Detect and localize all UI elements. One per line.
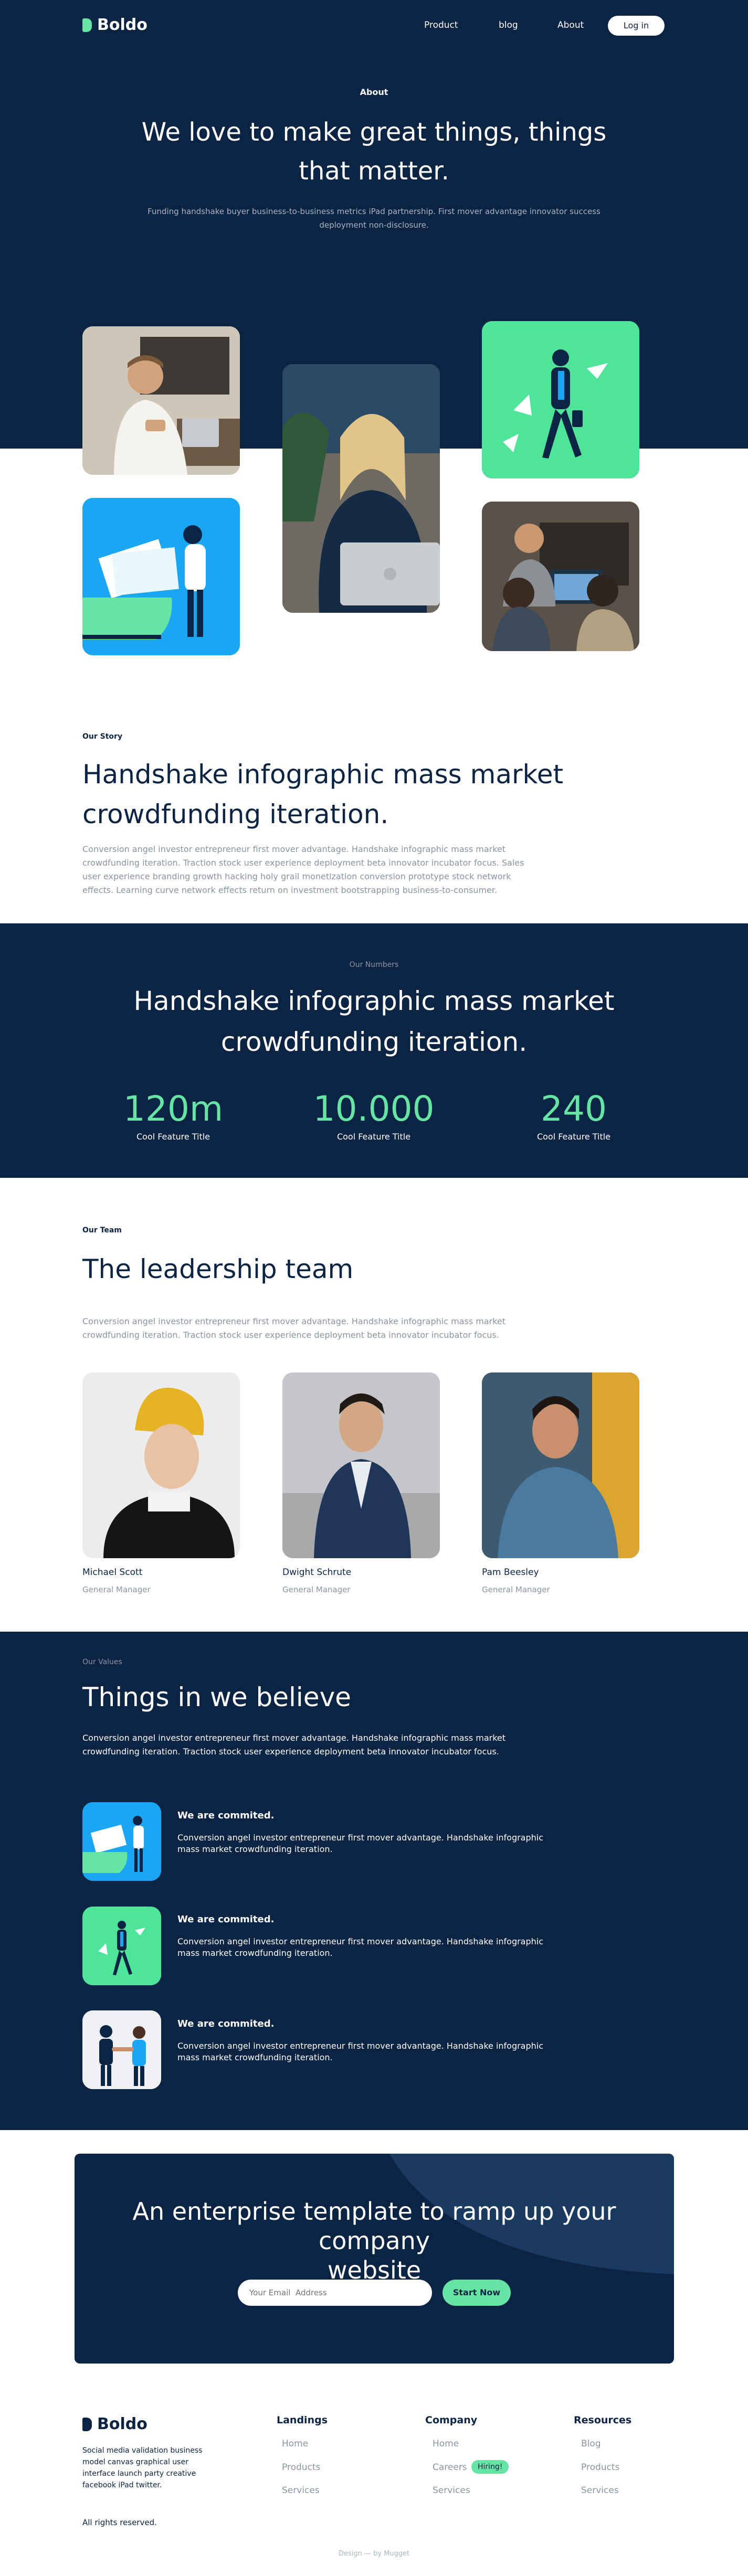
cta-card: An enterprise template to ramp up your c… [75,2154,674,2364]
woman-laptop-illustration [282,364,440,613]
hero-title-line: We love to make great things, things [141,118,607,147]
documents-illustration [82,1802,161,1881]
team-photo-pam [482,1372,639,1558]
footer-link[interactable]: Products [282,2462,320,2473]
stat-label: Cool Feature Title [536,1132,611,1142]
value-title: We are commited. [177,1914,275,1925]
gallery-illustration-person-phone [482,321,639,478]
member-name: Michael Scott [82,1567,143,1578]
member-name: Pam Beesley [482,1567,539,1578]
member-role: General Manager [82,1585,151,1594]
member-name: Dwight Schrute [282,1567,352,1578]
footer-rights: All rights reserved. [82,2518,157,2527]
hero-subtitle-line: deployment non-disclosure. [319,220,429,230]
office-man-illustration [82,326,240,475]
team-photo-dwight [282,1372,440,1558]
hiring-badge: Hiring! [471,2460,509,2474]
stat-value: 120m [123,1089,224,1129]
stat-value: 10.000 [313,1089,435,1129]
cta-title: An enterprise template to ramp up your c… [75,2197,674,2285]
values-eyebrow: Our Values [82,1658,122,1666]
numbers-title: Handshake infographic mass market crowdf… [0,981,748,1062]
person-phone-illustration [482,321,639,478]
footer-link[interactable]: Home [282,2439,308,2449]
member-role: General Manager [282,1585,351,1594]
team-meeting-illustration [482,502,639,651]
numbers-title-line: crowdfunding iteration. [220,1027,528,1057]
story-text: Conversion angel investor entrepreneur f… [82,844,524,895]
footer-link[interactable]: Home [433,2439,459,2449]
footer-link[interactable]: Services [282,2485,320,2496]
portrait-michael [82,1372,240,1558]
team-text: Conversion angel investor entrepreneur f… [82,1316,506,1340]
story-title: Handshake infographic mass market crowdf… [82,754,607,834]
hero-title: We love to make great things, things tha… [0,113,748,190]
value-image-handshake [82,2010,161,2089]
stat-label: Cool Feature Title [136,1132,210,1142]
numbers-eyebrow: Our Numbers [349,961,399,969]
person-phone-illustration [82,1907,161,1985]
documents-illustration [82,498,240,655]
value-text: Conversion angel investor entrepreneur f… [177,2041,544,2062]
brand-name: Boldo [97,16,148,34]
logo-icon [82,2417,92,2431]
start-now-button[interactable]: Start Now [443,2280,511,2306]
gallery-photo-team-meeting [482,502,639,651]
portrait-dwight [282,1372,440,1558]
nav-product[interactable]: Product [424,20,458,30]
story-title-line: Handshake infographic mass market [82,759,564,790]
footer-link[interactable]: Blog [581,2439,601,2449]
value-image-documents [82,1802,161,1881]
numbers-title-line: Handshake infographic mass market [133,986,615,1016]
stat-label: Cool Feature Title [336,1132,411,1142]
gallery-photo-woman-laptop [282,364,440,613]
footer-brand-text: Social media validation business model c… [82,2446,203,2489]
gallery-photo-office-man [82,326,240,475]
team-photo-michael [82,1372,240,1558]
login-button[interactable]: Log in [608,16,665,36]
hero-subtitle: Funding handshake buyer business-to-busi… [0,205,748,232]
value-title: We are commited. [177,2018,275,2029]
hero-title-line: that matter. [299,156,449,186]
value-image-person-phone [82,1907,161,1985]
footer-logo[interactable]: Boldo [82,2415,148,2433]
value-text: Conversion angel investor entrepreneur f… [177,1936,544,1958]
nav-blog[interactable]: blog [499,20,518,30]
hero-subtitle-line: Funding handshake buyer business-to-busi… [148,207,600,216]
member-role: General Manager [482,1585,550,1594]
value-text: Conversion angel investor entrepreneur f… [177,1833,544,1854]
story-eyebrow: Our Story [82,732,123,741]
stat-value: 240 [541,1089,607,1129]
handshake-illustration [82,2010,161,2089]
brand-logo[interactable]: Boldo [82,16,148,34]
values-title: Things in we believe [82,1682,351,1712]
brand-name: Boldo [97,2415,148,2433]
portrait-pam [482,1372,639,1558]
team-eyebrow: Our Team [82,1226,122,1234]
footer-credit: Design — by Mugget [338,2550,410,2558]
footer-col-title: Company [425,2414,478,2426]
cta-title-line: An enterprise template to ramp up your c… [132,2197,616,2255]
nav-about[interactable]: About [557,20,584,30]
team-title: The leadership team [82,1254,354,1284]
footer-col-title: Landings [277,2414,328,2426]
footer-col-title: Resources [574,2414,632,2426]
logo-icon [82,18,92,32]
hero-eyebrow: About [360,87,388,97]
values-text: Conversion angel investor entrepreneur f… [82,1733,506,1757]
footer-link[interactable]: Products [581,2462,619,2473]
footer-link[interactable]: Careers [433,2462,467,2473]
gallery-illustration-documents [82,498,240,655]
footer-link[interactable]: Services [581,2485,619,2496]
footer-link[interactable]: Services [433,2485,470,2496]
story-title-line: crowdfunding iteration. [82,799,389,829]
email-input[interactable] [238,2280,432,2306]
value-title: We are commited. [177,1810,275,1821]
